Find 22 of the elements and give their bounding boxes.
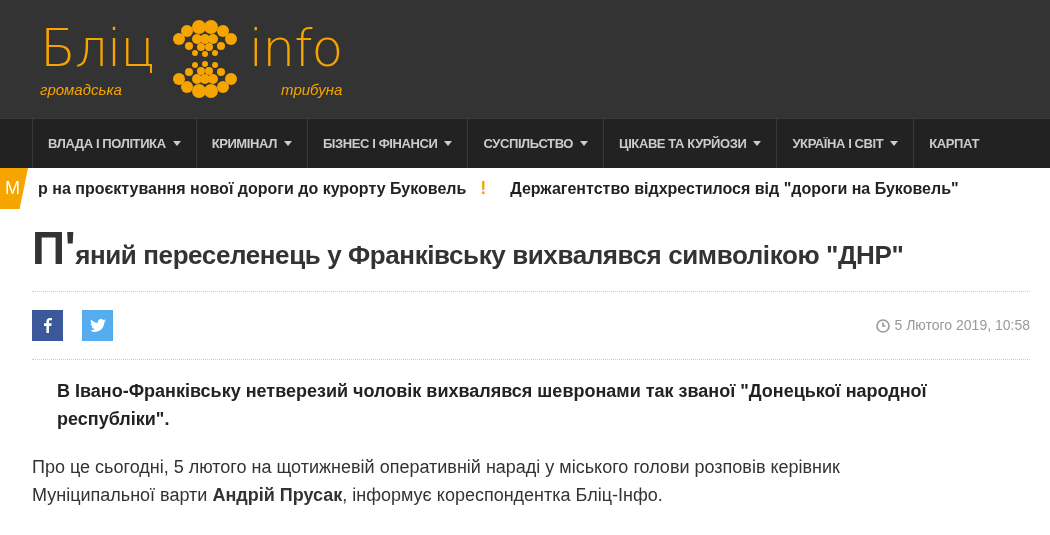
ticker-link[interactable]: р на проєктування нової дороги до курорту Буковель	[38, 176, 467, 201]
body-paragraph: Про це сьогодні, 5 лютого на щотижневій оперативній нараді у міського голови розповів керівник Муніципальної варти Андрій Прусак, інформує кореспондентка Бліц-Інфо.	[32, 455, 841, 507]
article-title: П'яний переселенець у Франківську вихвалявся символікою "ДНР"	[32, 225, 1030, 293]
ticker-link[interactable]: Держагентство відхрестилося від "дороги на Буковель"	[510, 176, 959, 201]
nav-item[interactable]: КРИМІНАЛ	[195, 119, 307, 168]
bird-icon	[89, 319, 106, 333]
clock-icon	[876, 318, 891, 333]
nav-item[interactable]: КАРПАТ	[913, 119, 994, 168]
logo-tagline: трибуна	[281, 81, 343, 97]
facebook-share-button[interactable]	[32, 310, 63, 342]
lead-paragraph: В Івано-Франківську нетверезий чоловік вихвалявся шевронами так званої "Донецької народної республіки".	[57, 380, 928, 432]
logo-word: info	[248, 21, 343, 74]
ticker-separator: !	[480, 177, 487, 200]
logo-word: Бліц	[40, 21, 155, 74]
nav-item[interactable]: СУСПІЛЬСТВО	[467, 119, 604, 168]
nav-item[interactable]: ЦІКАВЕ ТА КУРЙОЗИ	[603, 119, 777, 168]
publish-date: 5 Лютого 2019, 10:58	[894, 316, 1030, 336]
facebook-icon	[43, 318, 52, 334]
nav-item[interactable]: УКРАЇНА І СВІТ	[776, 119, 914, 168]
nav-item[interactable]: БІЗНЕС І ФІНАНСИ	[306, 119, 468, 168]
logo-tagline: громадська	[40, 81, 122, 97]
nav-item[interactable]: ВЛАДА І ПОЛІТИКА	[32, 119, 196, 168]
